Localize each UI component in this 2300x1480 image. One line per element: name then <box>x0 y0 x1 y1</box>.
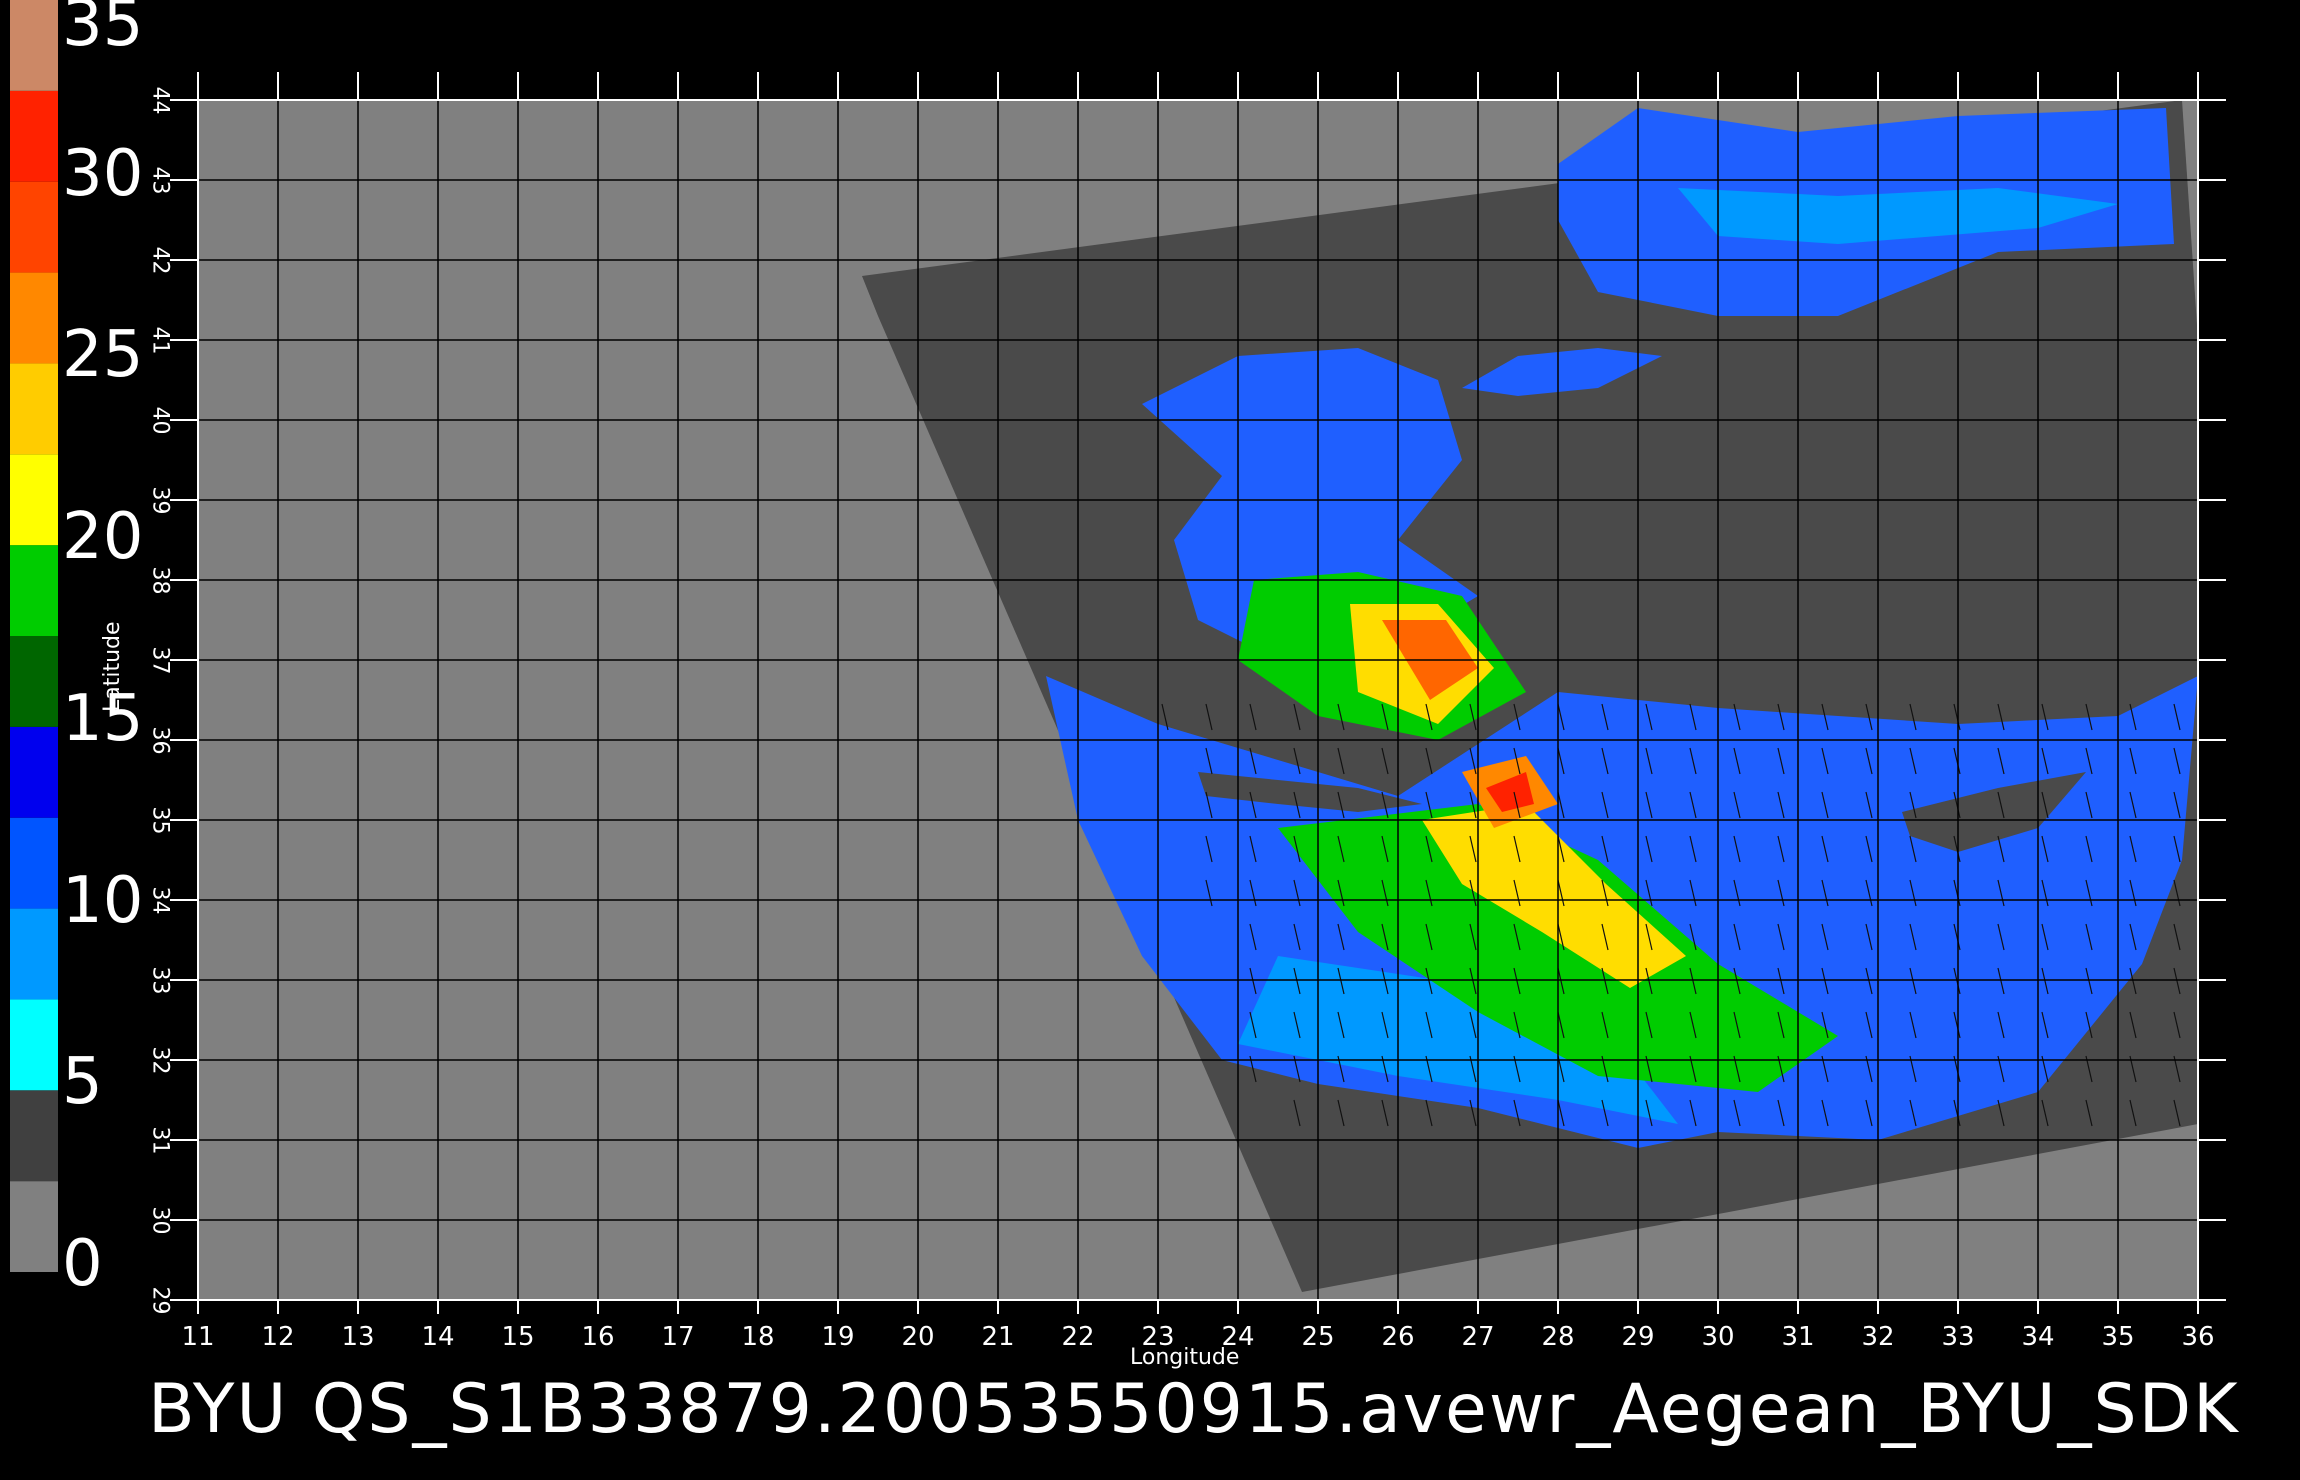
y-tick-label: 39 <box>147 486 173 515</box>
x-tick-label: 34 <box>2021 1322 2055 1352</box>
x-tick-label: 17 <box>661 1322 695 1352</box>
colorbar-label: 25 <box>62 318 144 393</box>
colorbar-segment <box>10 181 58 273</box>
y-tick-label: 38 <box>147 566 173 595</box>
colorbar-segment <box>10 545 58 636</box>
colorbar-segment <box>10 1090 58 1182</box>
x-tick-label: 26 <box>1381 1322 1415 1352</box>
x-tick-label: 36 <box>2181 1322 2215 1352</box>
colorbar-label: 10 <box>62 863 144 938</box>
colorbar-segment <box>10 999 58 1091</box>
wind-map-figure <box>10 0 2226 1314</box>
colorbar <box>10 0 58 1272</box>
x-tick-label: 19 <box>821 1322 855 1352</box>
map-panel <box>170 72 2226 1314</box>
x-tick-label: 31 <box>1781 1322 1815 1352</box>
x-tick-label: 16 <box>581 1322 615 1352</box>
y-tick-label: 32 <box>147 1046 173 1075</box>
y-tick-label: 40 <box>147 406 173 435</box>
colorbar-segment <box>10 363 58 455</box>
x-tick-label: 35 <box>2101 1322 2135 1352</box>
y-tick-label: 33 <box>147 966 173 995</box>
colorbar-segment <box>10 1181 58 1272</box>
y-tick-label: 29 <box>147 1286 173 1315</box>
colorbar-segment <box>10 817 58 909</box>
x-tick-label: 11 <box>181 1322 215 1352</box>
x-tick-label: 29 <box>1621 1322 1655 1352</box>
y-tick-label: 44 <box>147 86 173 115</box>
colorbar-segment <box>10 90 58 182</box>
colorbar-label: 5 <box>62 1045 103 1120</box>
x-axis-title: Longitude <box>1130 1345 1240 1370</box>
colorbar-label: 20 <box>62 500 144 575</box>
y-tick-label: 42 <box>147 246 173 275</box>
x-tick-label: 33 <box>1941 1322 1975 1352</box>
x-tick-label: 22 <box>1061 1322 1095 1352</box>
x-tick-label: 12 <box>261 1322 295 1352</box>
colorbar-label: 35 <box>62 0 144 61</box>
colorbar-segment <box>10 908 58 1000</box>
y-tick-label: 31 <box>147 1126 173 1155</box>
x-tick-label: 15 <box>501 1322 535 1352</box>
y-tick-label: 41 <box>147 326 173 355</box>
x-tick-label: 14 <box>421 1322 455 1352</box>
x-tick-label: 13 <box>341 1322 375 1352</box>
x-tick-label: 27 <box>1461 1322 1495 1352</box>
colorbar-segment <box>10 636 58 727</box>
y-tick-label: 36 <box>147 726 173 755</box>
x-tick-label: 30 <box>1701 1322 1735 1352</box>
x-tick-label: 32 <box>1861 1322 1895 1352</box>
colorbar-label: 30 <box>62 136 144 211</box>
colorbar-segment <box>10 0 58 91</box>
y-tick-label: 34 <box>147 886 173 915</box>
product-filename: BYU QS_S1B33879.20053550915.avewr_Aegean… <box>148 1370 2240 1449</box>
x-tick-label: 20 <box>901 1322 935 1352</box>
y-tick-label: 37 <box>147 646 173 675</box>
colorbar-segment <box>10 454 58 546</box>
x-tick-label: 28 <box>1541 1322 1575 1352</box>
x-tick-label: 25 <box>1301 1322 1335 1352</box>
y-tick-label: 30 <box>147 1206 173 1235</box>
colorbar-label: 0 <box>62 1227 103 1301</box>
colorbar-segment <box>10 726 58 818</box>
y-axis-title: Latitude <box>100 621 125 712</box>
y-tick-label: 35 <box>147 806 173 835</box>
colorbar-segment <box>10 272 58 364</box>
x-tick-label: 21 <box>981 1322 1015 1352</box>
x-tick-label: 18 <box>741 1322 775 1352</box>
y-tick-label: 43 <box>147 166 173 195</box>
